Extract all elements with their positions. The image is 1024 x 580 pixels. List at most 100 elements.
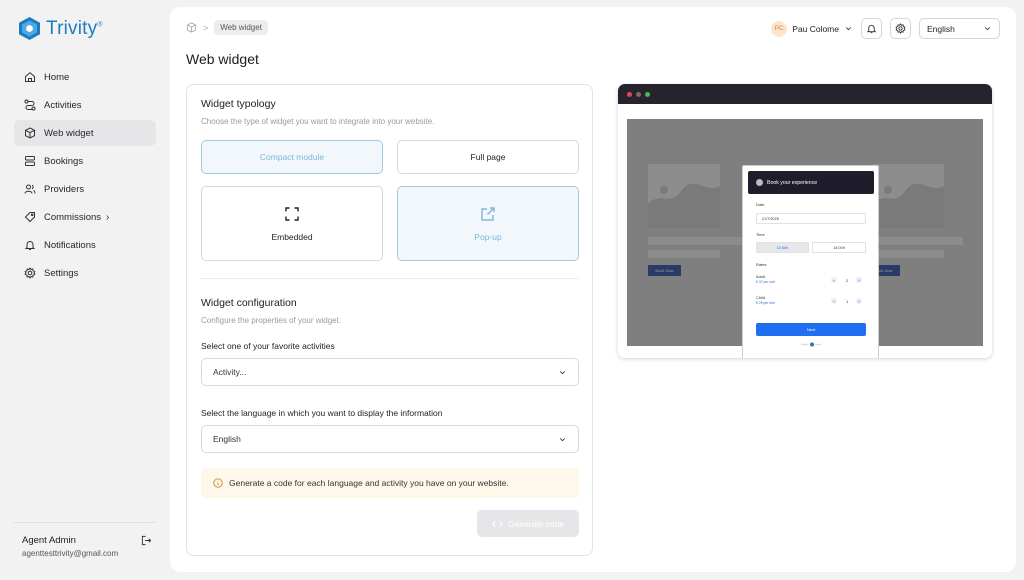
preview-book-button: Book Now bbox=[648, 265, 681, 276]
cube-icon[interactable] bbox=[186, 22, 197, 33]
window-dot-red bbox=[627, 91, 632, 97]
plus-icon: + bbox=[856, 298, 862, 304]
sidebar-item-notifications[interactable]: Notifications bbox=[14, 232, 156, 258]
language-label: Select the language in which you want to… bbox=[201, 408, 443, 418]
chevron-down-icon bbox=[559, 437, 566, 441]
generate-code-button[interactable]: Generate code bbox=[477, 510, 579, 537]
widget-language-value: English bbox=[213, 434, 241, 444]
activity-select[interactable]: Activity... bbox=[201, 358, 579, 386]
code-icon bbox=[492, 520, 503, 527]
main-panel: > Web widget PC Pau Colome English Web w… bbox=[170, 7, 1016, 572]
preview-date-input: 21/7/2025 bbox=[756, 213, 866, 224]
placeholder-image bbox=[872, 164, 944, 228]
sidebar-item-label: Settings bbox=[44, 267, 79, 279]
account-panel: Agent Admin agenttesttrivity@gmail.com bbox=[14, 522, 156, 558]
logo-text: Trivity® bbox=[46, 18, 103, 40]
logout-icon[interactable] bbox=[141, 535, 152, 546]
brand-mark: ® bbox=[97, 21, 103, 29]
preview-window-bar bbox=[618, 84, 992, 104]
option-label: Pop-up bbox=[474, 231, 502, 242]
sidebar-item-activities[interactable]: Activities bbox=[14, 92, 156, 118]
typology-description: Choose the type of widget you want to in… bbox=[201, 117, 435, 126]
gear-icon bbox=[895, 23, 906, 34]
language-select[interactable]: English bbox=[919, 18, 1000, 39]
config-description: Configure the properties of your widget. bbox=[201, 316, 342, 325]
divider bbox=[201, 278, 579, 279]
chevron-down-icon bbox=[559, 370, 566, 374]
option-pop-up[interactable]: Pop-up bbox=[397, 186, 579, 261]
option-embedded[interactable]: Embedded bbox=[201, 186, 383, 261]
activity-label: Select one of your favorite activities bbox=[201, 341, 335, 351]
plus-icon: + bbox=[856, 277, 862, 283]
preview-rate-name: Child bbox=[756, 295, 766, 300]
activities-icon bbox=[24, 99, 36, 111]
avatar: PC bbox=[771, 20, 788, 37]
window-dot-green bbox=[645, 91, 650, 97]
option-full-page[interactable]: Full page bbox=[397, 140, 579, 174]
preview-modal: Book your experience Date 21/7/2025 Time… bbox=[742, 165, 879, 358]
sidebar-item-commissions[interactable]: Commissions › bbox=[14, 204, 156, 230]
preview-rate-name: Adult bbox=[756, 274, 766, 279]
widget-preview: Book Now Book Now Book your experience D… bbox=[618, 84, 992, 358]
home-icon bbox=[25, 72, 35, 82]
breadcrumb-separator: > bbox=[203, 22, 209, 33]
sidebar-item-label: Notifications bbox=[44, 239, 96, 251]
generate-code-label: Generate code bbox=[507, 518, 565, 529]
preview-modal-title: Book your experience bbox=[767, 179, 818, 186]
cube-icon bbox=[25, 127, 35, 139]
activity-value: Activity... bbox=[213, 367, 247, 377]
sidebar-item-label: Home bbox=[44, 71, 70, 83]
external-link-icon bbox=[481, 206, 495, 221]
chevron-down-icon bbox=[845, 27, 852, 31]
option-compact-module[interactable]: Compact module bbox=[201, 140, 383, 174]
preview-page: Book Now Book Now Book your experience D… bbox=[627, 119, 983, 358]
sidebar-item-label: Activities bbox=[44, 99, 82, 111]
brand-name: Trivity bbox=[46, 17, 98, 39]
logo[interactable]: Trivity® bbox=[19, 17, 103, 40]
widget-language-select[interactable]: English bbox=[201, 425, 579, 453]
breadcrumb-current[interactable]: Web widget bbox=[214, 20, 268, 35]
user-name: Pau Colome bbox=[792, 23, 839, 34]
placeholder-image bbox=[648, 164, 720, 228]
sidebar-item-providers[interactable]: Providers bbox=[14, 176, 156, 202]
preview-rates-label: Rates bbox=[756, 262, 767, 267]
chevron-down-icon bbox=[984, 27, 991, 31]
account-email: agenttesttrivity@gmail.com bbox=[22, 549, 119, 558]
expand-icon bbox=[285, 206, 299, 221]
sidebar-item-label: Bookings bbox=[44, 155, 84, 167]
bell-icon bbox=[24, 241, 36, 250]
bookings-icon bbox=[25, 156, 35, 166]
notifications-button[interactable] bbox=[861, 18, 882, 39]
preview-rate-qty: 2 bbox=[846, 278, 849, 283]
sidebar-item-home[interactable]: Home bbox=[14, 64, 156, 90]
preview-time-option: 10:00h bbox=[756, 242, 809, 253]
sidebar-item-settings[interactable]: Settings bbox=[14, 260, 156, 286]
minus-icon: − bbox=[831, 298, 837, 304]
option-label: Compact module bbox=[259, 152, 325, 162]
image-placeholder-icon bbox=[872, 183, 944, 228]
gear-icon bbox=[24, 267, 36, 279]
bell-icon bbox=[866, 24, 877, 34]
preview-rate-qty: 1 bbox=[846, 299, 849, 304]
preview-modal-header: Book your experience bbox=[748, 171, 874, 194]
sidebar-nav: Home Activities Web widget Bookings Prov… bbox=[14, 64, 156, 288]
header-actions: PC Pau Colome English bbox=[771, 18, 1000, 39]
typology-title: Widget typology bbox=[201, 98, 276, 110]
sidebar-item-label: Web widget bbox=[44, 127, 94, 139]
info-text: Generate a code for each language and ac… bbox=[229, 478, 509, 488]
placeholder-line bbox=[648, 250, 720, 258]
preview-date-label: Date bbox=[756, 202, 765, 207]
window-dot-amber bbox=[636, 91, 641, 97]
settings-button[interactable] bbox=[890, 18, 911, 39]
sidebar-item-web-widget[interactable]: Web widget bbox=[14, 120, 156, 146]
user-menu[interactable]: PC Pau Colome bbox=[771, 20, 853, 37]
preview-rate-price: € 25 per unit bbox=[756, 301, 775, 305]
option-label: Full page bbox=[470, 152, 506, 162]
widget-settings-card: Widget typology Choose the type of widge… bbox=[186, 84, 593, 556]
image-placeholder-icon bbox=[648, 183, 720, 228]
preview-next-button: Next bbox=[756, 323, 866, 336]
info-banner: Generate a code for each language and ac… bbox=[201, 468, 579, 498]
logo-icon bbox=[19, 17, 40, 40]
sidebar-item-bookings[interactable]: Bookings bbox=[14, 148, 156, 174]
config-title: Widget configuration bbox=[201, 297, 297, 309]
